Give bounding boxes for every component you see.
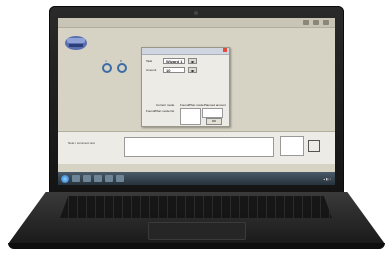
amount-row: Amount 10 ◂▸ [146,67,197,73]
laptop-base-front [8,243,385,249]
close-icon[interactable] [223,48,227,52]
toolbar-icon[interactable] [313,20,319,25]
panel-label: Note / comment text [68,141,95,145]
col3-header: Planned amount [204,103,226,107]
gear-label: B [120,59,123,63]
comment-input[interactable] [124,137,274,157]
taskbar-app-icon[interactable] [72,175,80,182]
amount-spinner[interactable]: ◂▸ [188,67,197,73]
ok-button[interactable]: OK [206,118,222,125]
taskbar-app-icon[interactable] [94,175,102,182]
app-toolbar [58,18,335,28]
system-tray[interactable]: ▴ ◧ ♪ [323,177,331,181]
task-field[interactable]: Wizard 1 [163,58,185,64]
windows-start-icon[interactable] [61,174,69,183]
taskbar: ▴ ◧ ♪ [58,172,335,185]
gear-icon[interactable]: A [102,59,112,73]
amount-listbox[interactable] [202,108,223,118]
screen: A B Task Wizard 1 ◂▸ Amount 10 ◂▸ Curren… [58,18,335,185]
dialog-titlebar [142,48,229,55]
app-logo-icon [64,30,88,54]
keyboard [60,196,332,218]
gear-controls: A B [102,59,127,73]
list-subheader: Found/Plan mode list [146,109,175,113]
preview-thumbnail[interactable] [280,136,304,156]
task-spinner[interactable]: ◂▸ [188,58,197,64]
task-row: Task Wizard 1 ◂▸ [146,58,197,64]
col1-header: Current mode [156,103,175,107]
bottom-panel: Note / comment text [58,131,335,164]
expand-icon[interactable] [308,140,320,152]
task-label: Task [146,59,153,63]
amount-field[interactable]: 10 [163,67,185,73]
touchpad [148,222,246,240]
mode-listbox[interactable] [180,108,201,125]
webcam-icon [194,11,198,15]
amount-label: Amount [146,68,157,72]
taskbar-app-icon[interactable] [105,175,113,182]
toolbar-icon[interactable] [303,20,309,25]
laptop: A B Task Wizard 1 ◂▸ Amount 10 ◂▸ Curren… [0,0,392,264]
gear-icon[interactable]: B [117,59,127,73]
col2-header: Found/Plan mode [180,103,204,107]
taskbar-app-icon[interactable] [116,175,124,182]
toolbar-icon[interactable] [323,20,329,25]
taskbar-app-icon[interactable] [83,175,91,182]
settings-dialog: Task Wizard 1 ◂▸ Amount 10 ◂▸ Current mo… [141,47,230,127]
gear-label: A [105,59,108,63]
